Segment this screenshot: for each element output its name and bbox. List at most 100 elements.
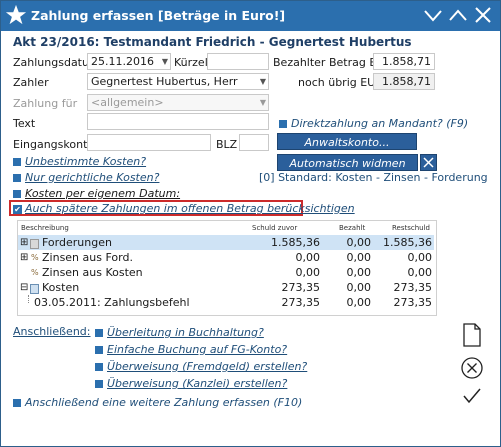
ueberweisung-fremdgeld-label[interactable]: Überweisung (Fremdgeld) erstellen?: [107, 360, 307, 373]
table-row[interactable]: ⊞ Forderungen 1.585,36 0,00 1.585,36: [18, 235, 434, 250]
zahlungsdatum-value: 25.11.2016: [91, 55, 154, 68]
header-beschreibung: Beschreibung: [21, 224, 69, 232]
document-icon[interactable]: [462, 323, 482, 347]
dropdown-arrow-icon[interactable]: ▼: [260, 95, 266, 110]
window-title: Zahlung erfassen [Beträge in Euro!]: [31, 8, 286, 23]
checkbox-icon[interactable]: [95, 380, 103, 388]
row-bezahlt: 0,00: [346, 236, 372, 249]
ueberweisung-kanzlei-label[interactable]: Überweisung (Kanzlei) erstellen?: [107, 377, 287, 390]
row-rest: 273,35: [393, 281, 433, 294]
zahlung-fuer-value: <allgemein>: [91, 96, 164, 109]
zahler-value: Gegnertest Hubertus, Herr: [91, 75, 238, 88]
zahlungsdatum-field[interactable]: 25.11.2016 ▼: [87, 53, 171, 70]
zahlung-fuer-field[interactable]: <allgemein> ▼: [87, 94, 269, 111]
kuerzel-field[interactable]: [207, 53, 269, 70]
zahler-field[interactable]: Gegnertest Hubertus, Herr ▼: [87, 73, 269, 90]
star-icon: [5, 4, 27, 25]
nur-gerichtliche-option[interactable]: Nur gerichtliche Kosten?: [13, 171, 159, 184]
spaetere-zahlungen-label[interactable]: Auch spätere Zahlungen im offenen Betrag…: [25, 202, 355, 215]
allocation-table: Beschreibung Schuld zuvor Bezahlt Restsc…: [17, 220, 437, 316]
clear-button[interactable]: [420, 154, 437, 171]
header-bezahlt: Bezahlt: [339, 224, 366, 232]
row-label: Zinsen aus Kosten: [42, 266, 143, 279]
row-bezahlt: 0,00: [346, 251, 372, 264]
checkbox-icon[interactable]: [13, 174, 21, 182]
chevron-down-icon[interactable]: [423, 5, 443, 25]
row-rest: 1.585,36: [383, 236, 432, 249]
row-bezahlt: 0,00: [346, 296, 372, 309]
checkbox-icon[interactable]: [13, 190, 21, 198]
zahler-label: Zahler: [13, 76, 49, 89]
anschliessend-label: Anschließend:: [13, 325, 91, 338]
noch-uebrig-label: noch übrig EUR: [298, 76, 383, 89]
row-label: 03.05.2011: Zahlungsbefehl: [34, 296, 190, 309]
direktzahlung-label[interactable]: Direktzahlung an Mandant? (F9): [291, 117, 468, 130]
noch-uebrig-field: 1.858,71: [373, 73, 435, 90]
unbestimmte-kosten-label[interactable]: Unbestimmte Kosten?: [25, 155, 146, 168]
row-schuld: 1.585,36: [271, 236, 320, 249]
checkbox-icon[interactable]: [13, 399, 21, 407]
checkbox-icon[interactable]: [13, 158, 21, 166]
checkbox-icon[interactable]: [95, 363, 103, 371]
table-row[interactable]: ⊟ Kosten 273,35 0,00 273,35: [18, 280, 434, 295]
anwaltskonto-button[interactable]: Anwaltskonto...: [277, 133, 417, 150]
table-row[interactable]: 03.05.2011: Zahlungsbefehl 273,35 0,00 2…: [18, 295, 434, 310]
chevron-up-icon[interactable]: [448, 5, 468, 25]
cost-icon: [30, 284, 39, 294]
checkbox-checked-icon[interactable]: ✔: [13, 204, 22, 214]
row-schuld: 273,35: [281, 296, 321, 309]
direktzahlung-option[interactable]: Direktzahlung an Mandant? (F9): [279, 117, 468, 130]
ueberleitung-label[interactable]: Überleitung in Buchhaltung?: [107, 326, 264, 339]
tree-line: [28, 295, 30, 303]
header-restschuld: Restschuld: [392, 224, 431, 232]
weitere-zahlung-label[interactable]: Anschließend eine weitere Zahlung erfass…: [25, 396, 302, 409]
bezahlter-betrag-field[interactable]: 1.858,71: [373, 53, 435, 70]
row-label: Kosten: [42, 281, 80, 294]
expand-icon[interactable]: ⊞: [20, 235, 28, 250]
checkbox-icon[interactable]: [279, 120, 287, 128]
row-label: Forderungen: [42, 236, 112, 249]
row-schuld: 0,00: [295, 266, 321, 279]
row-bezahlt: 0,00: [346, 266, 372, 279]
case-title: Akt 23/2016: Testmandant Friedrich - Geg…: [13, 35, 412, 49]
check-icon[interactable]: [462, 387, 482, 405]
unbestimmte-kosten-option[interactable]: Unbestimmte Kosten?: [13, 155, 146, 168]
anschliessend-option[interactable]: Überweisung (Fremdgeld) erstellen?: [95, 360, 307, 373]
weitere-zahlung-option[interactable]: Anschließend eine weitere Zahlung erfass…: [13, 396, 302, 409]
payment-dialog: Zahlung erfassen [Beträge in Euro!] Akt …: [0, 0, 501, 447]
row-rest: 0,00: [407, 266, 433, 279]
standard-text: [0] Standard: Kosten - Zinsen - Forderun…: [259, 171, 488, 184]
dropdown-arrow-icon[interactable]: ▼: [260, 74, 266, 89]
spaetere-zahlungen-option[interactable]: ✔ Auch spätere Zahlungen im offenen Betra…: [13, 202, 355, 215]
table-row[interactable]: % Zinsen aus Kosten 0,00 0,00 0,00: [18, 265, 434, 280]
anschliessend-option[interactable]: Überweisung (Kanzlei) erstellen?: [95, 377, 287, 390]
folder-icon: [30, 239, 39, 249]
dropdown-arrow-icon[interactable]: ▼: [162, 54, 168, 69]
cancel-icon[interactable]: [460, 356, 484, 380]
row-schuld: 0,00: [295, 251, 321, 264]
percent-icon: %: [31, 253, 39, 262]
expand-icon[interactable]: ⊞: [20, 250, 28, 265]
kosten-per-datum-option[interactable]: Kosten per eigenem Datum:: [13, 187, 180, 200]
close-icon: [423, 157, 434, 168]
blz-field[interactable]: [239, 134, 269, 151]
checkbox-icon[interactable]: [95, 346, 103, 354]
table-row[interactable]: ⊞ % Zinsen aus Ford. 0,00 0,00 0,00: [18, 250, 434, 265]
kosten-per-datum-label[interactable]: Kosten per eigenem Datum:: [25, 187, 180, 200]
text-field[interactable]: [87, 113, 269, 130]
collapse-icon[interactable]: ⊟: [20, 280, 28, 295]
row-schuld: 273,35: [281, 281, 321, 294]
text-label: Text: [13, 117, 36, 130]
anschliessend-option[interactable]: Überleitung in Buchhaltung?: [95, 326, 264, 339]
eingangskonto-field[interactable]: [87, 134, 211, 151]
percent-icon: %: [31, 268, 39, 277]
automatisch-widmen-button[interactable]: Automatisch widmen (F11): [277, 154, 418, 187]
row-label: Zinsen aus Ford.: [42, 251, 133, 264]
einfache-buchung-label[interactable]: Einfache Buchung auf FG-Konto?: [107, 343, 287, 356]
close-icon[interactable]: [473, 5, 493, 25]
zahlung-fuer-label: Zahlung für: [13, 97, 78, 110]
eingangskonto-label: Eingangskonto: [13, 138, 95, 151]
checkbox-icon[interactable]: [95, 329, 103, 337]
anschliessend-option[interactable]: Einfache Buchung auf FG-Konto?: [95, 343, 287, 356]
nur-gerichtliche-label[interactable]: Nur gerichtliche Kosten?: [25, 171, 159, 184]
